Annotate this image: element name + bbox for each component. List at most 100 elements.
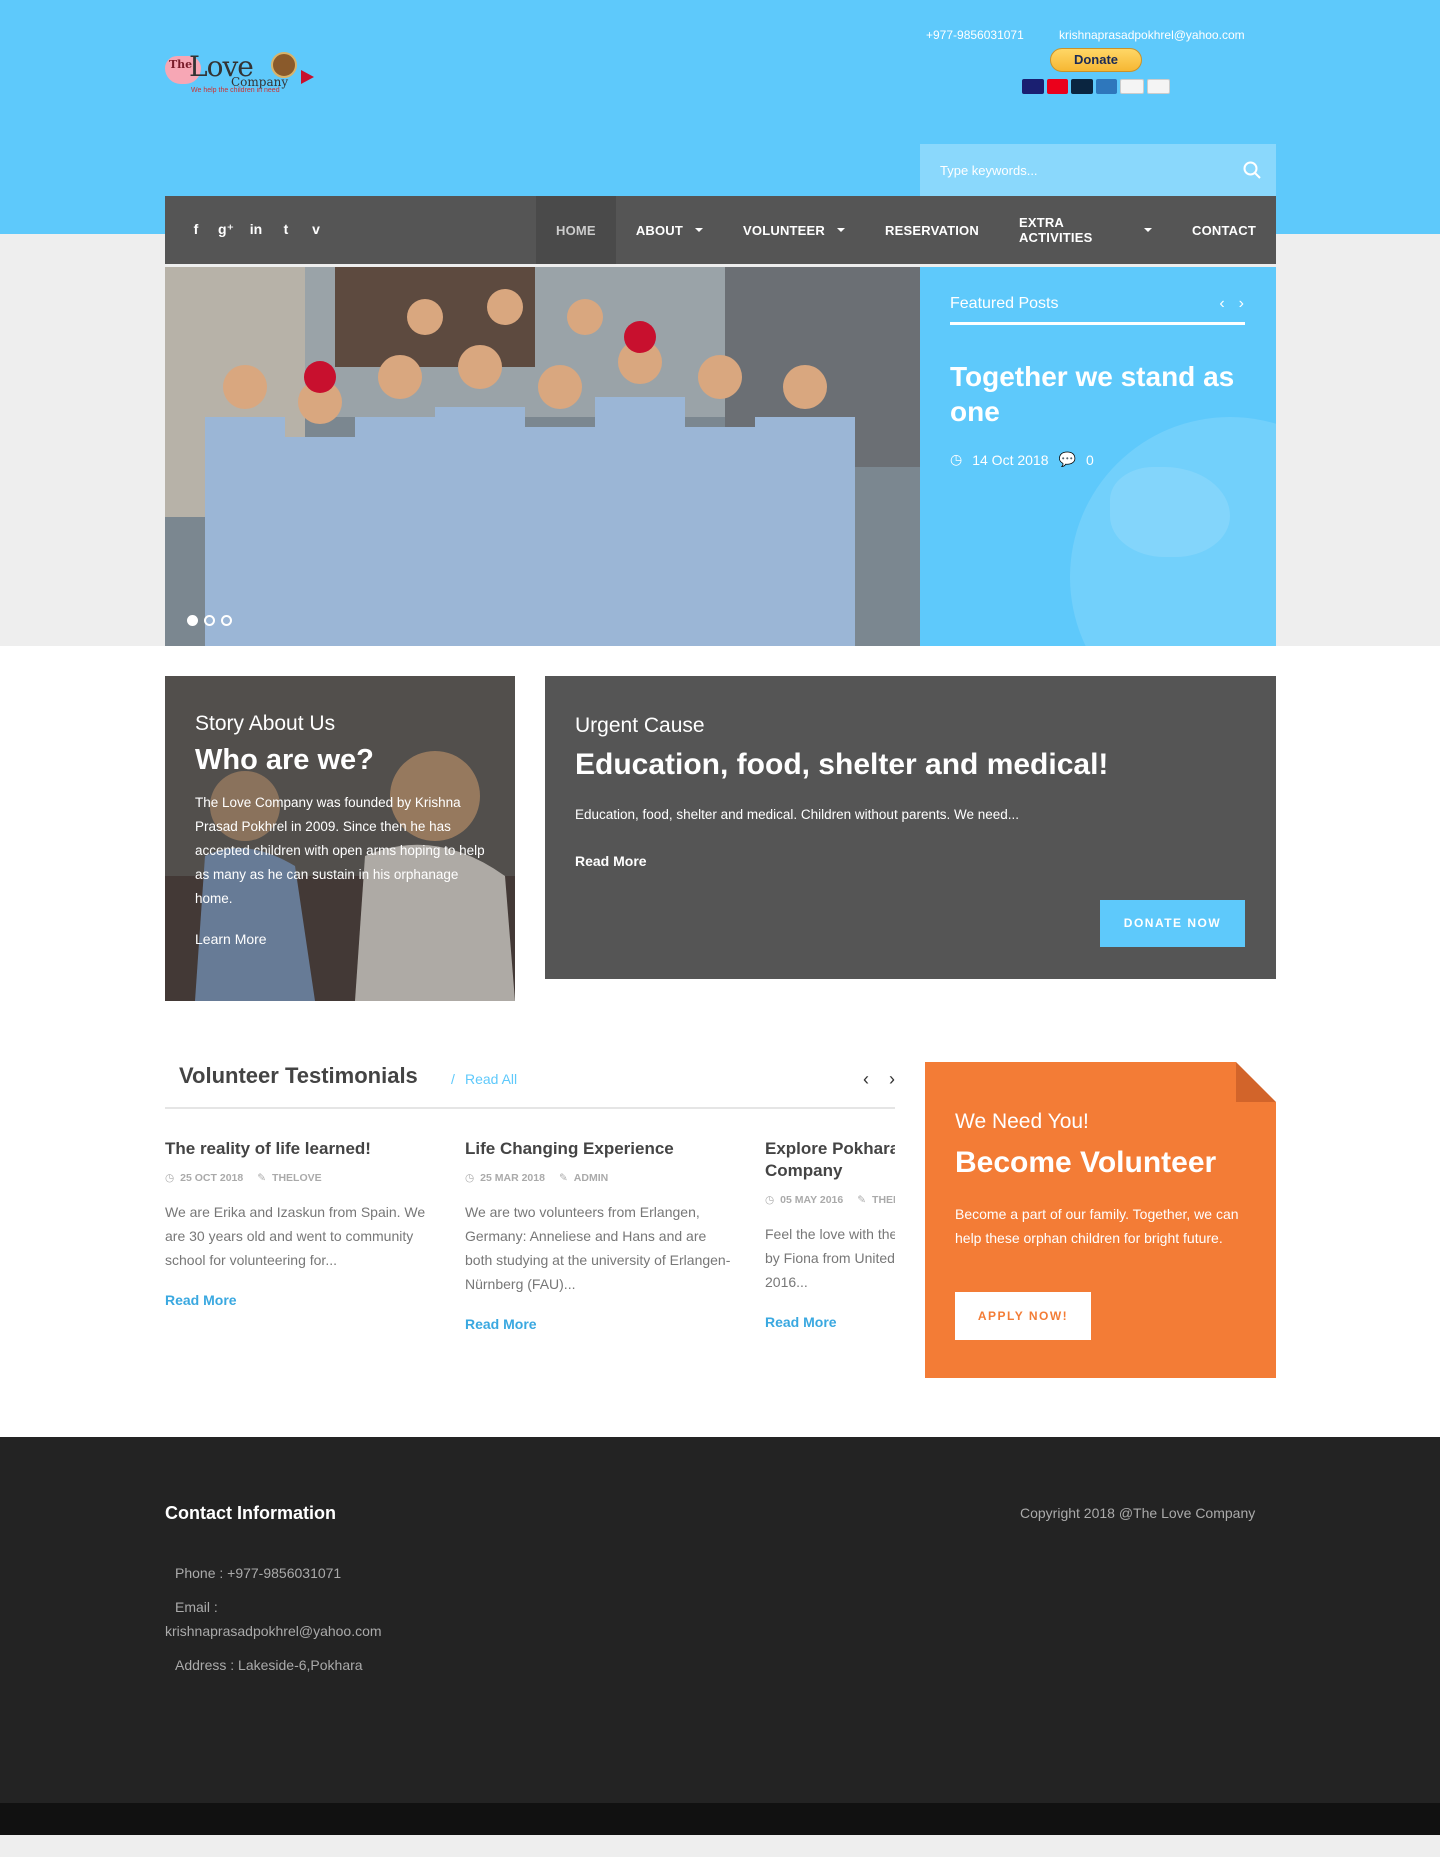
nav-item-about[interactable]: ABOUT <box>616 196 723 264</box>
pencil-icon: ✎ <box>857 1194 867 1206</box>
site-logo[interactable]: The Love Company We help the children in… <box>165 50 315 98</box>
slider-dot[interactable] <box>187 615 198 626</box>
testimonial-card: The reality of life learned! ◷ 25 OCT 201… <box>165 1138 435 1308</box>
slider-dot[interactable] <box>221 615 232 626</box>
featured-arrows: ‹ › <box>1219 295 1244 313</box>
learn-more-link[interactable]: Learn More <box>195 931 485 947</box>
paypal-donate-button[interactable]: Donate <box>1050 48 1142 72</box>
testimonial-author[interactable]: THELOVE <box>272 1172 322 1184</box>
become-volunteer-card: We Need You! Become Volunteer Become a p… <box>925 1062 1276 1378</box>
testimonial-meta: ◷ 05 MAY 2016 ✎ THELOVE <box>765 1194 895 1206</box>
page-bottom-strip <box>0 1835 1440 1857</box>
footer-email[interactable]: krishnaprasadpokhrel@yahoo.com <box>165 1619 382 1643</box>
amex-icon <box>1095 79 1117 94</box>
search-box <box>920 144 1276 196</box>
nav-label: RESERVATION <box>885 222 979 238</box>
seal-icon <box>271 52 297 78</box>
clock-icon: ◷ <box>765 1194 775 1206</box>
linkedin-icon[interactable]: in <box>247 220 265 238</box>
nav-label: HOME <box>556 222 596 238</box>
header-phone: +977-9856031071 <box>926 28 1024 42</box>
testimonial-title[interactable]: Life Changing Experience <box>465 1138 735 1160</box>
testimonial-title[interactable]: The reality of life learned! <box>165 1138 435 1160</box>
donate-now-button[interactable]: DONATE NOW <box>1100 900 1245 947</box>
footer-phone: Phone : +977-9856031071 <box>175 1565 342 1581</box>
chevron-left-icon[interactable]: ‹ <box>863 1069 869 1090</box>
testimonial-author[interactable]: THELOVE <box>872 1194 895 1206</box>
header-email[interactable]: krishnaprasadpokhrel@yahoo.com <box>1059 28 1245 42</box>
volunteer-kicker: We Need You! <box>955 1110 1089 1133</box>
pencil-icon: ✎ <box>257 1172 267 1184</box>
testimonial-read-more-link[interactable]: Read More <box>765 1314 895 1330</box>
chevron-right-icon[interactable]: › <box>889 1069 895 1090</box>
testimonials-separator: / <box>451 1071 455 1087</box>
apply-now-button[interactable]: APPLY NOW! <box>955 1292 1091 1340</box>
caret-down-icon <box>837 228 846 232</box>
nav-item-contact[interactable]: CONTACT <box>1172 196 1276 264</box>
nav-item-volunteer[interactable]: VOLUNTEER <box>723 196 865 264</box>
read-all-link[interactable]: Read All <box>465 1071 517 1087</box>
hero-slider[interactable] <box>165 267 920 646</box>
story-body: The Love Company was founded by Krishna … <box>195 795 485 906</box>
caret-down-icon <box>695 228 704 232</box>
story-card: Story About Us Who are we? The Love Comp… <box>165 676 515 1001</box>
featured-post-title[interactable]: Together we stand as one <box>950 359 1250 429</box>
testimonials-list: The reality of life learned! ◷ 25 OCT 201… <box>165 1138 895 1368</box>
footer-bottom-bar <box>0 1803 1440 1835</box>
urgent-cause: Urgent Cause Education, food, shelter an… <box>545 676 1276 979</box>
search-input[interactable] <box>920 144 1230 196</box>
featured-comments: 0 <box>1085 451 1094 468</box>
vimeo-icon[interactable]: v <box>307 220 325 238</box>
story-text: Story About Us Who are we? The Love Comp… <box>195 712 485 947</box>
nav-menu: HOME ABOUT VOLUNTEER RESERVATION EXTRA A… <box>536 196 1276 264</box>
payment-cards <box>1022 79 1170 94</box>
featured-posts: Featured Posts ‹ › Together we stand as … <box>920 267 1276 646</box>
urgent-kicker: Urgent Cause <box>575 714 705 737</box>
clock-icon: ◷ <box>165 1172 175 1184</box>
testimonial-author[interactable]: ADMIN <box>574 1172 608 1184</box>
comment-icon: 💬 <box>1058 451 1076 467</box>
testimonial-card: Explore Pokhara with The Love Company ◷ 0… <box>765 1138 895 1330</box>
nav-item-extra-activities[interactable]: EXTRA ACTIVITIES <box>999 196 1172 264</box>
nav-item-home[interactable]: HOME <box>536 196 616 264</box>
nepal-flag-icon <box>301 70 314 84</box>
maestro-icon <box>1071 79 1093 94</box>
chevron-right-icon[interactable]: › <box>1239 295 1244 313</box>
corner-fold <box>1236 1062 1276 1102</box>
footer-title: Contact Information <box>165 1503 336 1523</box>
visa-icon <box>1022 79 1044 94</box>
testimonial-card: Life Changing Experience ◷ 25 MAR 2018 ✎ A… <box>465 1138 735 1332</box>
urgent-title: Education, food, shelter and medical! <box>575 748 1109 781</box>
mastercard-icon <box>1046 79 1068 94</box>
hero-photo <box>165 267 920 646</box>
testimonial-meta: ◷ 25 OCT 2018 ✎ THELOVE <box>165 1172 435 1184</box>
clock-icon: ◷ <box>950 451 963 467</box>
nav-label: EXTRA ACTIVITIES <box>1018 215 1093 245</box>
testimonial-read-more-link[interactable]: Read More <box>165 1292 435 1308</box>
main-navbar: f g⁺ in t v HOME ABOUT VOLUNTEER RESERVA… <box>165 196 1276 264</box>
story-kicker: Story About Us <box>195 712 336 735</box>
testimonial-read-more-link[interactable]: Read More <box>465 1316 735 1332</box>
nav-label: VOLUNTEER <box>743 222 826 238</box>
logo-tagline: We help the children in need <box>191 87 280 94</box>
testimonials-header: Volunteer Testimonials / Read All ‹ › <box>165 1061 895 1109</box>
testimonial-title[interactable]: Explore Pokhara with The Love Company <box>765 1138 895 1182</box>
testimonial-date: 25 OCT 2018 <box>180 1172 244 1184</box>
testimonial-meta: ◷ 25 MAR 2018 ✎ ADMIN <box>465 1172 735 1184</box>
nav-item-reservation[interactable]: RESERVATION <box>865 196 999 264</box>
search-icon[interactable] <box>1242 160 1262 180</box>
story-title: Who are we? <box>195 744 374 776</box>
urgent-read-more-link[interactable]: Read More <box>575 853 647 869</box>
discover-icon <box>1120 79 1144 94</box>
twitter-icon[interactable]: t <box>277 220 295 238</box>
urgent-body: Education, food, shelter and medical. Ch… <box>575 807 1020 822</box>
testimonials-arrows: ‹ › <box>863 1069 895 1090</box>
paypal-card-icon <box>1146 79 1170 94</box>
google-plus-icon[interactable]: g⁺ <box>217 220 235 238</box>
facebook-icon[interactable]: f <box>187 220 205 238</box>
footer-address: Address : Lakeside-6,Pokhara <box>175 1657 363 1673</box>
featured-heading: Featured Posts <box>950 295 1245 325</box>
footer-email-label: Email : <box>175 1599 218 1615</box>
chevron-left-icon[interactable]: ‹ <box>1219 295 1224 313</box>
slider-dot[interactable] <box>204 615 215 626</box>
